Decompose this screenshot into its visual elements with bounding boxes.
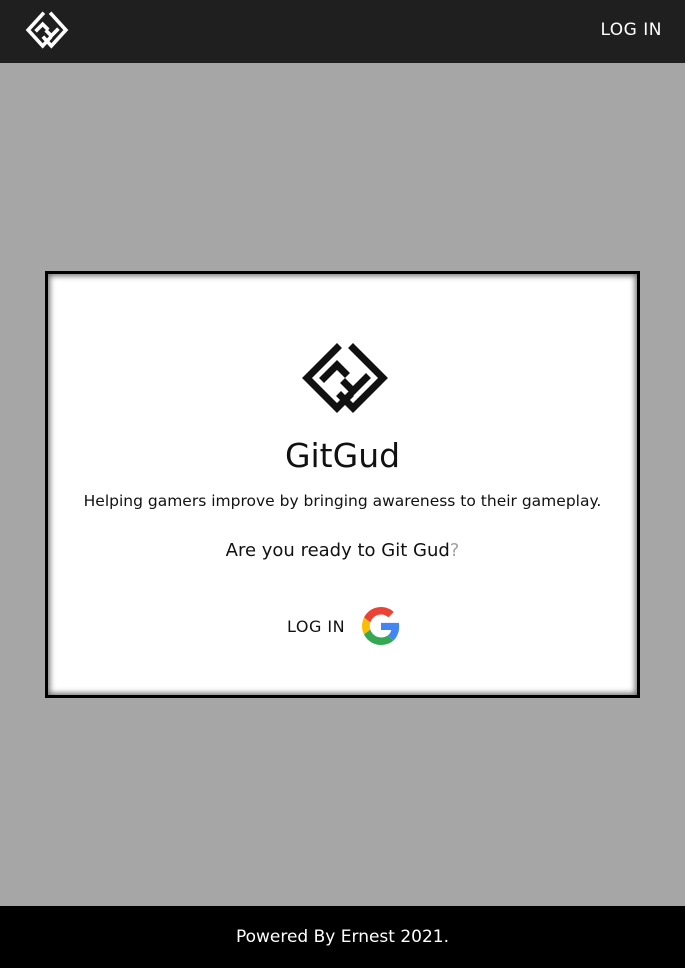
google-login-label: LOG IN [287,617,346,636]
gitgud-logo-icon [302,343,388,413]
app-title: GitGud [284,436,401,475]
question-mark: ? [449,540,460,561]
gitgud-logo-icon[interactable] [18,8,76,52]
footer-credit: Powered By Ernest 2021. [235,927,450,947]
ready-question-text: Are you ready to Git Gud [225,540,450,561]
top-navbar: LOG IN [0,0,685,63]
header-login-button[interactable]: LOG IN [600,20,662,40]
google-icon [362,607,400,645]
app-tagline: Helping gamers improve by bringing aware… [83,492,602,510]
google-login-button[interactable]: LOG IN [287,607,407,647]
ready-question: Are you ready to Git Gud? [48,540,637,561]
footer: Powered By Ernest 2021. [0,906,685,968]
login-card: GitGud Helping gamers improve by bringin… [45,271,640,698]
